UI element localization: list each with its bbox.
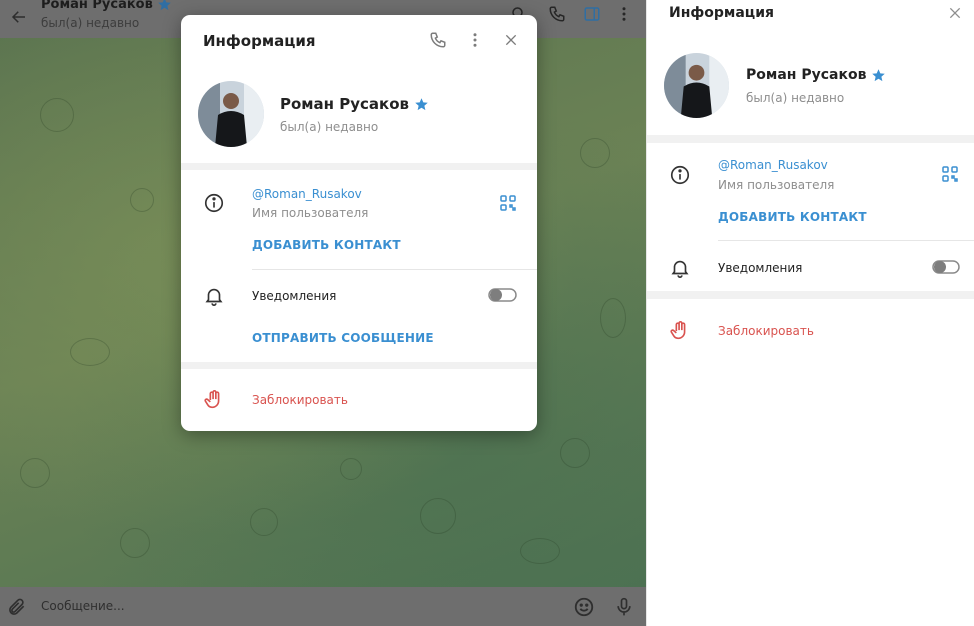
- modal-contact-name: Роман Русаков: [280, 95, 429, 113]
- phone-icon[interactable]: [548, 5, 566, 23]
- notifications-toggle[interactable]: [932, 259, 960, 275]
- info-icon: [669, 164, 691, 186]
- panel-contact-name-label: Роман Русаков: [746, 67, 867, 83]
- divider: [252, 269, 537, 270]
- username-caption: Имя пользователя: [718, 178, 835, 192]
- section-divider: [647, 135, 974, 143]
- notifications-toggle[interactable]: [488, 287, 517, 303]
- username-link[interactable]: @Roman_Rusakov: [718, 158, 828, 172]
- block-hand-icon: [203, 389, 225, 411]
- premium-star-icon[interactable]: [871, 68, 886, 83]
- section-divider: [647, 291, 974, 299]
- send-message-button[interactable]: ОТПРАВИТЬ СООБЩЕНИЕ: [252, 331, 434, 345]
- more-menu-icon[interactable]: [466, 31, 484, 49]
- section-divider: [181, 163, 537, 170]
- emoji-icon[interactable]: [573, 596, 595, 618]
- close-icon[interactable]: [503, 32, 519, 48]
- more-menu-icon[interactable]: [615, 5, 633, 23]
- modal-title: Информация: [203, 32, 316, 50]
- block-user-button[interactable]: Заблокировать: [718, 324, 814, 338]
- message-composer: Сообщение...: [0, 587, 646, 626]
- attach-clip-icon[interactable]: [7, 597, 27, 617]
- block-user-button[interactable]: Заблокировать: [252, 393, 348, 407]
- premium-star-icon: [157, 0, 172, 12]
- modal-contact-status: был(а) недавно: [280, 120, 379, 134]
- block-hand-icon: [669, 320, 691, 342]
- avatar[interactable]: [664, 53, 729, 118]
- qr-code-icon[interactable]: [942, 166, 958, 182]
- bell-icon: [203, 285, 225, 307]
- chat-contact-name-label: Роман Русаков: [41, 0, 153, 12]
- bell-icon: [669, 257, 691, 279]
- info-side-panel: Информация Роман Русаков был(а) недавно …: [646, 0, 974, 626]
- avatar[interactable]: [198, 81, 264, 147]
- add-contact-button[interactable]: ДОБАВИТЬ КОНТАКТ: [252, 238, 401, 252]
- username-caption: Имя пользователя: [252, 206, 369, 220]
- modal-contact-name-label: Роман Русаков: [280, 95, 410, 113]
- close-icon[interactable]: [947, 5, 963, 21]
- username-link[interactable]: @Roman_Rusakov: [252, 187, 362, 201]
- divider: [718, 240, 974, 241]
- info-modal: Информация Роман Русаков был(а) недавно …: [181, 15, 537, 431]
- panel-contact-name: Роман Русаков: [746, 67, 886, 83]
- back-arrow-icon[interactable]: [10, 8, 28, 26]
- section-divider: [181, 362, 537, 369]
- notifications-label: Уведомления: [718, 261, 803, 275]
- message-input[interactable]: Сообщение...: [41, 599, 125, 613]
- panel-contact-status: был(а) недавно: [746, 91, 845, 105]
- phone-icon[interactable]: [429, 31, 447, 49]
- chat-contact-status: был(а) недавно: [41, 16, 140, 30]
- add-contact-button[interactable]: ДОБАВИТЬ КОНТАКТ: [718, 210, 867, 224]
- info-icon: [203, 192, 225, 214]
- microphone-icon[interactable]: [614, 596, 634, 618]
- panel-title: Информация: [669, 5, 774, 21]
- notifications-label: Уведомления: [252, 289, 337, 303]
- chat-contact-name[interactable]: Роман Русаков: [41, 0, 172, 12]
- sidebar-toggle-icon[interactable]: [583, 5, 601, 23]
- qr-code-icon[interactable]: [500, 195, 516, 211]
- premium-star-icon[interactable]: [414, 97, 429, 112]
